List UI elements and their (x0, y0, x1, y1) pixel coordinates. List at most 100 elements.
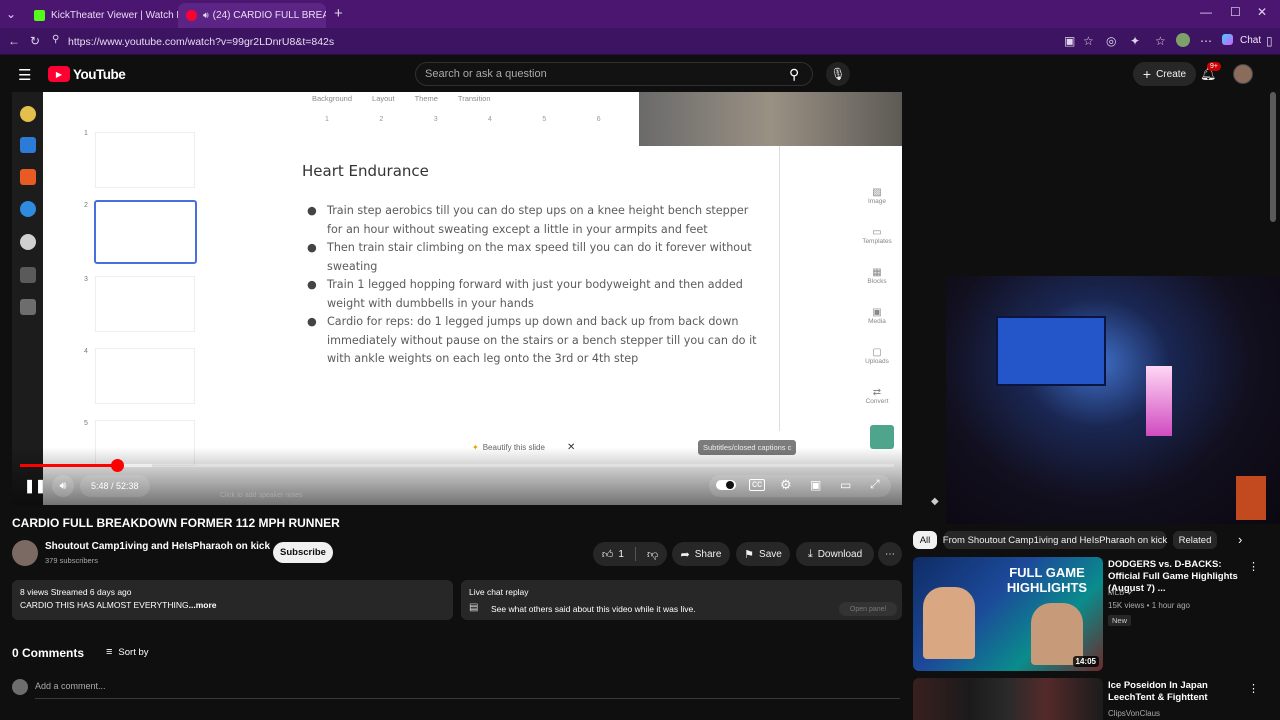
slide-thumbnail[interactable] (95, 276, 195, 332)
description-box[interactable]: 8 views Streamed 6 days ago CARDIO THIS … (12, 580, 453, 620)
save-button[interactable]: ⚑ Save (736, 542, 790, 566)
search-input[interactable]: Search or ask a question (415, 62, 813, 86)
recommendation-thumbnail[interactable] (913, 678, 1103, 720)
description-text: CARDIO THIS HAS ALMOST EVERYTHING...more (20, 600, 217, 610)
tool-convert[interactable]: ⇄ Convert (855, 387, 899, 427)
chip-from-channel[interactable]: From Shoutout Camp1iving and HeIsPharaoh… (943, 531, 1167, 549)
page-scrollbar[interactable] (1270, 92, 1276, 222)
sidebar-toggle-icon[interactable]: ▯ (1266, 34, 1273, 48)
bullet-line: Cardio for reps: do 1 legged jumps up do… (327, 315, 739, 328)
create-button[interactable]: + Create (1133, 62, 1196, 86)
video-player[interactable]: Background Layout Theme Transition 1 2 3… (12, 92, 902, 505)
share-button[interactable]: ➦ Share (672, 542, 730, 566)
subscriber-count: 379 subscribers (45, 556, 98, 565)
tool-image[interactable]: ▨ Image (855, 187, 899, 227)
more-menu-icon[interactable]: ⋯ (1200, 34, 1212, 48)
progress-scrubber[interactable] (111, 459, 124, 472)
new-tab-icon[interactable]: + (334, 5, 343, 22)
back-icon[interactable]: ← (8, 34, 20, 48)
recommendation-title[interactable]: Ice Poseidon In Japan LeechTent & Fightt… (1108, 680, 1246, 704)
chat-button[interactable]: Chat (1240, 35, 1261, 46)
sort-by-button[interactable]: ≡ Sort by (106, 646, 149, 658)
recommendation-channel[interactable]: ClipsVonClaus (1108, 709, 1160, 718)
copilot-icon[interactable] (1222, 34, 1233, 45)
item-menu-icon[interactable]: ⋮ (1248, 560, 1259, 573)
bookmark-star-icon[interactable]: ☆ (1083, 34, 1094, 48)
profile-avatar[interactable] (1176, 33, 1190, 47)
account-avatar[interactable] (1233, 64, 1253, 84)
search-icon[interactable]: ⚲ (789, 66, 799, 83)
youtube-header: ☰ ▶ YouTube Search or ask a question ⚲ 🎙… (0, 56, 1280, 92)
tool-media[interactable]: ▣ Media (855, 307, 899, 347)
volume-icon[interactable]: 🔊︎ (52, 475, 74, 497)
favorites-icon[interactable]: ☆ (1155, 34, 1166, 48)
site-info-icon[interactable]: ⚲ (52, 34, 59, 45)
tool-blocks[interactable]: ▦ Blocks (855, 267, 899, 307)
reload-icon[interactable]: ↻ (30, 34, 40, 48)
subtitles-cc-icon[interactable]: cc (749, 479, 765, 491)
new-badge: New (1108, 615, 1132, 626)
progress-bar[interactable] (20, 459, 894, 472)
more-link[interactable]: ...more (189, 600, 217, 610)
toolbar-transition[interactable]: Transition (458, 94, 491, 103)
bullet-line: sweating (327, 259, 378, 273)
slide-thumbnail[interactable] (95, 132, 195, 188)
item-menu-icon[interactable]: ⋮ (1248, 682, 1259, 695)
app-icon (20, 234, 36, 250)
toolbar-background[interactable]: Background (312, 94, 352, 103)
open-panel-button[interactable]: Open panel (839, 602, 897, 616)
tool-uploads[interactable]: ▢ Uploads (855, 347, 899, 387)
download-button[interactable]: ⤓ Download (796, 542, 874, 566)
channel-name[interactable]: Shoutout Camp1iving and HeIsPharaoh on k… (45, 541, 270, 552)
miniplayer-icon[interactable]: ▣ (810, 478, 821, 492)
bullet-line: Train step aerobics till you can do step… (327, 204, 749, 217)
right-controls-group (709, 475, 891, 497)
thumbs-down-icon[interactable]: 👎︎ (647, 548, 658, 561)
recommendation-thumbnail[interactable]: FULL GAME HIGHLIGHTS 14:05 (913, 557, 1103, 671)
autoplay-toggle[interactable] (716, 480, 736, 490)
fullscreen-icon[interactable]: ⤢ (870, 477, 880, 492)
url-field[interactable]: https://www.youtube.com/watch?v=99gr2LDn… (68, 36, 334, 48)
tab-youtube-active[interactable]: 🔊︎ (24) CARDIO FULL BREAKDOW ✕ (178, 3, 326, 28)
toolbar-theme[interactable]: Theme (415, 94, 438, 103)
slide-title: Heart Endurance (302, 162, 429, 180)
slide-thumbnail-selected[interactable] (94, 200, 197, 264)
tab-list-chevron-icon[interactable]: ⌄ (6, 7, 16, 21)
chip-all[interactable]: All (913, 531, 937, 549)
slide-bullet: ● Train 1 legged hopping forward with ju… (307, 276, 777, 313)
toolbar-layout[interactable]: Layout (372, 94, 395, 103)
subscribe-button[interactable]: Subscribe (273, 542, 333, 563)
extension-puzzle-icon[interactable]: ✦ (1130, 34, 1140, 48)
recommendation-channel[interactable]: MLB ✔ (1108, 588, 1133, 597)
tab-kicktheater[interactable]: KickTheater Viewer | Watch Multip ✕ (26, 3, 178, 28)
channel-avatar[interactable] (12, 540, 38, 566)
audio-playing-icon[interactable]: 🔊︎ (203, 10, 209, 21)
maximize-icon[interactable]: ☐ (1230, 5, 1241, 19)
tool-templates[interactable]: ▭ Templates (855, 227, 899, 267)
microphone-icon[interactable]: 🎙︎ (826, 62, 850, 86)
pause-icon[interactable]: ❚❚ (24, 475, 46, 497)
youtube-play-logo-icon: ▶ (48, 66, 70, 82)
chip-related[interactable]: Related (1173, 531, 1217, 549)
tab-title: KickTheater Viewer | Watch Multip (51, 10, 178, 21)
thumbs-up-icon[interactable]: 👍︎ (602, 548, 614, 561)
youtube-logo[interactable]: ▶ YouTube (48, 66, 126, 82)
chip-next-chevron-icon[interactable]: › (1238, 532, 1242, 547)
more-actions-icon[interactable]: ⋯ (878, 542, 902, 566)
ruler-mark: 6 (596, 116, 601, 123)
slide-thumbnail[interactable] (95, 348, 195, 404)
add-comment-input[interactable]: Add a comment... (35, 681, 106, 691)
settings-gear-icon[interactable]: ⚙︎ (780, 477, 792, 493)
close-window-icon[interactable]: ✕ (1257, 5, 1267, 19)
webcam-pip[interactable] (946, 276, 1280, 524)
cast-icon[interactable]: ▭ (840, 478, 851, 492)
hamburger-menu-icon[interactable]: ☰ (18, 66, 31, 84)
extension-icon[interactable]: ◎ (1106, 34, 1116, 48)
like-count[interactable]: 1 (618, 549, 624, 560)
minimize-icon[interactable]: — (1200, 5, 1212, 19)
duration-badge: 14:05 (1072, 656, 1099, 667)
editor-avatar[interactable] (870, 425, 894, 449)
reader-mode-icon[interactable]: ▣ (1064, 34, 1075, 48)
download-icon: ⤓ (807, 547, 813, 560)
pip-drag-icon[interactable]: ◆ (931, 496, 939, 507)
